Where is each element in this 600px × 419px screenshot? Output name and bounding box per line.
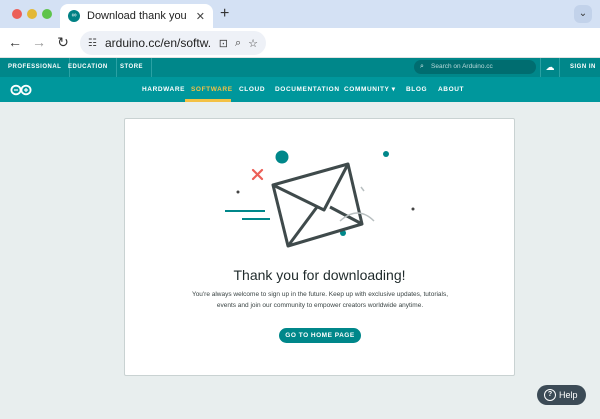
- site-search-input[interactable]: ⌕ Search on Arduino.cc: [414, 60, 536, 74]
- sign-in-link[interactable]: SIGN IN: [570, 58, 596, 77]
- cloud-icon[interactable]: ☁: [540, 58, 560, 77]
- help-label: Help: [559, 390, 578, 400]
- new-tab-button[interactable]: +: [220, 5, 229, 23]
- envelope-illustration: [220, 139, 420, 264]
- topbar-link-education[interactable]: EDUCATION: [60, 58, 117, 77]
- nav-about[interactable]: ABOUT: [438, 77, 464, 102]
- tab-search-button[interactable]: ⌄: [574, 5, 592, 23]
- site-main-nav: HARDWARE SOFTWARE CLOUD DOCUMENTATION CO…: [0, 77, 600, 102]
- bookmark-star-icon[interactable]: ☆: [248, 37, 258, 50]
- zoom-icon[interactable]: ⌕: [235, 37, 241, 50]
- envelope-icon: [271, 162, 364, 248]
- forward-button[interactable]: →: [30, 34, 48, 50]
- nav-documentation[interactable]: DOCUMENTATION: [275, 77, 340, 102]
- reload-button[interactable]: ↻: [54, 34, 72, 51]
- close-window-button[interactable]: [12, 9, 22, 19]
- page-title: Thank you for downloading!: [233, 267, 406, 283]
- nav-blog[interactable]: BLOG: [406, 77, 427, 102]
- thank-you-card: Thank you for downloading! You're always…: [124, 118, 515, 376]
- tab-close-icon[interactable]: ✕: [196, 10, 205, 23]
- address-bar[interactable]: ☷ arduino.cc/en/softw... ⊡ ⌕ ☆: [80, 31, 266, 55]
- site-topbar: PROFESSIONAL EDUCATION STORE ⌕ Search on…: [0, 58, 600, 77]
- browser-tabstrip: ∞ Download thank you | Arduino ✕ + ⌄: [0, 0, 600, 28]
- search-icon: ⌕: [420, 63, 424, 70]
- help-icon: ?: [544, 389, 556, 401]
- nav-community[interactable]: COMMUNITY ▾: [344, 77, 396, 102]
- arduino-favicon-icon: ∞: [68, 10, 80, 22]
- browser-toolbar: ← → ↻ ☷ arduino.cc/en/softw... ⊡ ⌕ ☆: [0, 28, 600, 58]
- site-info-icon[interactable]: ☷: [88, 38, 97, 49]
- go-to-home-page-button[interactable]: GO TO HOME PAGE: [279, 328, 361, 343]
- dot-tiny-right-icon: [411, 207, 415, 211]
- nav-cloud[interactable]: CLOUD: [239, 77, 265, 102]
- x-mark-icon: [251, 168, 264, 181]
- thank-you-message: You're always welcome to sign up in the …: [180, 289, 460, 311]
- message-line: events and join our community to empower…: [216, 302, 424, 309]
- tab-title: Download thank you | Arduino: [87, 10, 190, 22]
- url-text[interactable]: arduino.cc/en/softw...: [105, 36, 212, 50]
- maximize-window-button[interactable]: [42, 9, 52, 19]
- install-app-icon[interactable]: ⊡: [219, 37, 228, 50]
- search-placeholder: Search on Arduino.cc: [431, 63, 493, 70]
- arduino-logo-icon[interactable]: [10, 83, 32, 101]
- message-line: You're always welcome to sign up in the …: [191, 291, 449, 298]
- minimize-window-button[interactable]: [27, 9, 37, 19]
- browser-tab[interactable]: ∞ Download thank you | Arduino ✕: [60, 4, 213, 28]
- help-button[interactable]: ? Help: [537, 385, 586, 405]
- dot-tiny-icon: [236, 190, 240, 194]
- nav-hardware[interactable]: HARDWARE: [142, 77, 185, 102]
- topbar-link-store[interactable]: STORE: [112, 58, 153, 77]
- dot-large-icon: [275, 150, 289, 164]
- back-button[interactable]: ←: [6, 34, 24, 50]
- active-nav-indicator: [185, 99, 231, 102]
- dot-small-icon: [383, 151, 389, 157]
